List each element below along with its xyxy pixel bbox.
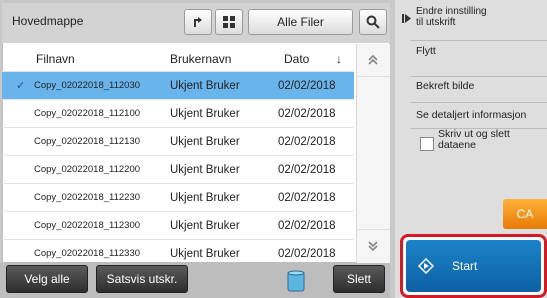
- select-all-button[interactable]: Velg alle: [6, 265, 88, 293]
- double-chevron-down-icon: [368, 241, 378, 252]
- file-row[interactable]: Copy_02022018_112200 Ukjent Bruker 02/02/2…: [2, 155, 354, 183]
- file-user: Ukjent Bruker: [170, 79, 240, 92]
- file-name: Copy_02022018_112300: [34, 220, 141, 231]
- start-button-highlight: Start: [400, 234, 547, 298]
- print-delete-checkbox[interactable]: [420, 137, 434, 151]
- move-label: Flytt: [416, 45, 436, 57]
- file-name: Copy_02022018_112330: [34, 248, 141, 259]
- file-user: Ukjent Bruker: [170, 247, 240, 260]
- start-label: Start: [452, 259, 478, 273]
- start-diamond-icon: [418, 258, 434, 274]
- file-user: Ukjent Bruker: [170, 191, 240, 204]
- confirm-image-button[interactable]: Bekreft bilde: [410, 76, 547, 102]
- checkmark-icon: ✓: [16, 80, 26, 92]
- folder-up-icon: [194, 17, 202, 27]
- change-settings-label-1: Endre innstilling: [416, 6, 487, 17]
- confirm-image-label: Bekreft bilde: [416, 80, 475, 92]
- print-delete-label-2: dataene: [438, 139, 476, 151]
- search-button[interactable]: [359, 9, 387, 35]
- search-icon: [366, 15, 380, 29]
- file-date: 02/02/2018: [278, 135, 336, 148]
- column-header-date[interactable]: Dato: [284, 52, 309, 68]
- double-chevron-up-icon: [368, 54, 378, 65]
- file-filter-label: Alle Filer: [277, 15, 324, 29]
- file-user: Ukjent Bruker: [170, 163, 240, 176]
- scroll-down-button[interactable]: [356, 229, 390, 262]
- change-settings-label-2: til utskrift: [416, 17, 456, 28]
- column-header-filename[interactable]: Filnavn: [36, 52, 75, 68]
- file-date: 02/02/2018: [278, 219, 336, 232]
- file-name: Copy_02022018_112130: [34, 136, 141, 147]
- print-delete-option[interactable]: Skriv ut og slett dataene: [410, 128, 547, 188]
- column-header-user[interactable]: Brukernavn: [170, 52, 231, 68]
- file-name: Copy_02022018_112030: [34, 80, 141, 91]
- storage-icon: [287, 270, 305, 292]
- print-delete-label: Skriv ut og slett dataene: [438, 129, 510, 151]
- file-user: Ukjent Bruker: [170, 219, 240, 232]
- move-button[interactable]: Flytt: [410, 40, 547, 76]
- file-date: 02/02/2018: [278, 163, 336, 176]
- file-user: Ukjent Bruker: [170, 107, 240, 120]
- file-date: 02/02/2018: [278, 247, 336, 260]
- file-row[interactable]: Copy_02022018_112230 Ukjent Bruker 02/02/2…: [2, 183, 354, 211]
- detailed-info-label: Se detaljert informasjon: [416, 109, 527, 121]
- scroll-up-button[interactable]: [356, 44, 390, 77]
- file-row[interactable]: Copy_02022018_112100 Ukjent Bruker 02/02/2…: [2, 99, 354, 127]
- folder-up-button[interactable]: [184, 9, 212, 35]
- file-name: Copy_02022018_112200: [34, 164, 141, 175]
- grid-icon: [223, 16, 235, 28]
- start-button[interactable]: Start: [406, 240, 541, 292]
- file-name: Copy_02022018_112100: [34, 108, 141, 119]
- clear-all-button[interactable]: CA: [503, 199, 547, 229]
- delete-button[interactable]: Slett: [333, 265, 385, 293]
- thumbnail-view-button[interactable]: [215, 9, 243, 35]
- file-date: 02/02/2018: [278, 191, 336, 204]
- file-user: Ukjent Bruker: [170, 135, 240, 148]
- file-date: 02/02/2018: [278, 107, 336, 120]
- file-date: 02/02/2018: [278, 79, 336, 92]
- detailed-info-button[interactable]: Se detaljert informasjon: [410, 102, 547, 128]
- file-name: Copy_02022018_112230: [34, 192, 141, 203]
- file-row[interactable]: Copy_02022018_112300 Ukjent Bruker 02/02/2…: [2, 211, 354, 239]
- change-print-settings-button[interactable]: Endre innstilling til utskrift: [410, 2, 547, 40]
- batch-print-button[interactable]: Satsvis utskr.: [96, 265, 188, 293]
- file-row[interactable]: ✓ Copy_02022018_112030 Ukjent Bruker 02/02/…: [2, 71, 354, 99]
- folder-title: Hovedmappe: [12, 14, 84, 28]
- file-row[interactable]: Copy_02022018_112130 Ukjent Bruker 02/02/2…: [2, 127, 354, 155]
- file-filter-button[interactable]: Alle Filer: [248, 9, 353, 35]
- sort-descending-icon[interactable]: ↓: [336, 52, 342, 68]
